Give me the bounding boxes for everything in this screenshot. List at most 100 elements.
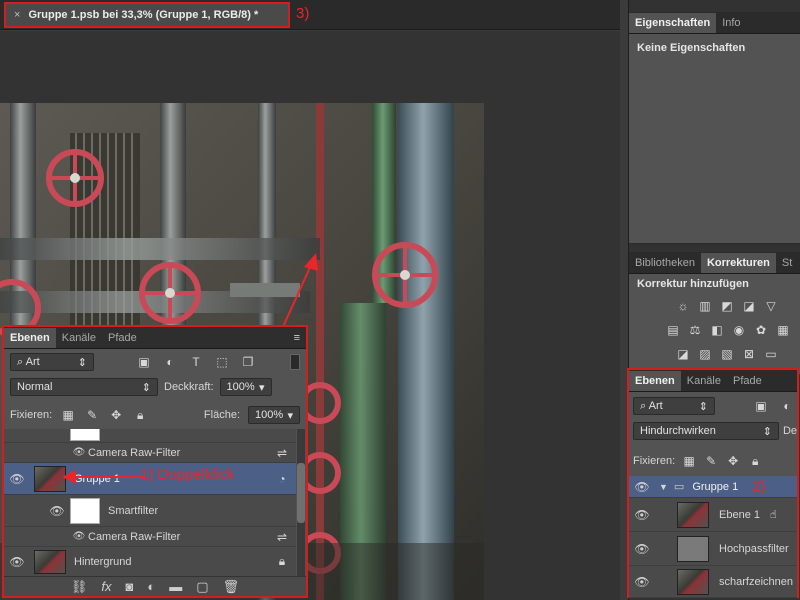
lock-row: Fixieren: ▦ ✎ ✥ 🔒︎ Fläche: 100% ▾ [10, 405, 300, 425]
layer-row-smartfilter[interactable]: 👁︎ Smartfilter [4, 495, 296, 527]
layer-thumbnail[interactable] [677, 535, 709, 562]
adjustment-filter-icon[interactable]: ◐ [779, 398, 795, 414]
eye-icon[interactable]: 👁︎ [48, 504, 66, 518]
black-white-icon[interactable]: ◧ [709, 322, 725, 338]
layer-thumbnail[interactable] [34, 549, 66, 574]
layer-row-gruppe-1[interactable]: 👁︎ ▼ ▭ Gruppe 1 2) [629, 476, 797, 498]
scrollbar-thumb[interactable] [297, 463, 305, 523]
posterize-icon[interactable]: ▨ [697, 346, 713, 362]
smartfilter-mask-thumbnail[interactable] [70, 497, 100, 524]
document-tab-bar: × Gruppe 1.psb bei 33,3% (Gruppe 1, RGB/… [0, 0, 620, 30]
tab-libraries[interactable]: Bibliotheken [629, 253, 701, 273]
tab-paths[interactable]: Pfade [102, 328, 143, 348]
lock-all-icon[interactable]: 🔒︎ [747, 453, 763, 469]
layer-row-scharfzeichnen[interactable]: 👁︎ scharfzeichnen [629, 566, 797, 598]
levels-icon[interactable]: ▥ [697, 298, 713, 314]
lock-transparency-icon[interactable]: ▦ [681, 453, 697, 469]
tab-layers[interactable]: Ebenen [629, 371, 681, 391]
filter-row: ⌕ Art ⇕ ▣ ◐ T ⬚ ❐ [10, 351, 300, 373]
tab-channels[interactable]: Kanäle [681, 371, 727, 391]
tab-layers[interactable]: Ebenen [4, 328, 56, 348]
threshold-icon[interactable]: ▧ [719, 346, 735, 362]
annotation-1: 1) Doppelklick [140, 466, 235, 483]
docked-layer-list: 👁︎ ▼ ▭ Gruppe 1 2) 👁︎ Ebene 1 ☝ 👁︎ Hochp… [629, 476, 797, 598]
docked-blend-row: Hindurchwirken ⇕ De [633, 422, 797, 440]
document-tab[interactable]: × Gruppe 1.psb bei 33,3% (Gruppe 1, RGB/… [4, 2, 290, 28]
filter-kind-select[interactable]: ⌕ Art ⇕ [633, 397, 715, 415]
color-lookup-icon[interactable]: ▦ [775, 322, 791, 338]
pixel-filter-icon[interactable]: ▣ [136, 354, 152, 370]
channel-mixer-icon[interactable]: ✿ [753, 322, 769, 338]
new-layer-icon[interactable]: ▢ [196, 579, 208, 595]
smartobject-filter-icon[interactable]: ❐ [240, 354, 256, 370]
eye-icon[interactable]: 👁︎ [633, 480, 651, 494]
layer-row-hintergrund[interactable]: 👁︎ Hintergrund 🔒︎ [4, 547, 296, 577]
opacity-input[interactable]: 100% ▾ [219, 378, 272, 396]
link-layers-icon[interactable]: ⛓ [71, 579, 88, 595]
tab-paths[interactable]: Pfade [727, 371, 768, 391]
hue-saturation-icon[interactable]: ▤ [665, 322, 681, 338]
eye-icon[interactable]: 👁︎ [8, 472, 26, 486]
blend-mode-select[interactable]: Hindurchwirken ⇕ [633, 422, 779, 440]
docked-lock-row: Fixieren: ▦ ✎ ✥ 🔒︎ [633, 452, 797, 470]
eye-icon[interactable]: 👁︎ [70, 447, 88, 458]
lock-all-icon[interactable]: 🔒︎ [132, 407, 148, 423]
gradient-map-icon[interactable]: ▭ [763, 346, 779, 362]
pixel-filter-icon[interactable]: ▣ [753, 398, 769, 414]
lock-transparency-icon[interactable]: ▦ [60, 407, 76, 423]
shape-filter-icon[interactable]: ⬚ [214, 354, 230, 370]
lock-position-icon[interactable]: ✥ [108, 407, 124, 423]
invert-icon[interactable]: ◪ [675, 346, 691, 362]
delete-layer-icon[interactable]: 🗑︎ [223, 579, 240, 595]
layer-row-camera-raw-bottom[interactable]: 👁︎ Camera Raw-Filter ⇌ [4, 527, 296, 547]
tab-channels[interactable]: Kanäle [56, 328, 102, 348]
color-balance-icon[interactable]: ⚖ [687, 322, 703, 338]
adjustment-filter-icon[interactable]: ◐ [162, 354, 178, 370]
lock-pixels-icon[interactable]: ✎ [703, 453, 719, 469]
layer-thumbnail[interactable] [677, 568, 709, 595]
tab-info[interactable]: Info [716, 13, 746, 33]
exposure-icon[interactable]: ◪ [741, 298, 757, 314]
layer-thumbnail[interactable] [677, 501, 709, 528]
blend-mode-select[interactable]: Normal ⇕ [10, 378, 158, 396]
document-title: Gruppe 1.psb bei 33,3% (Gruppe 1, RGB/8)… [28, 9, 259, 21]
curves-icon[interactable]: ◩ [719, 298, 735, 314]
panel-menu-icon[interactable]: ≡ [288, 328, 306, 348]
layer-row-ebene-1[interactable]: 👁︎ Ebene 1 ☝ [629, 498, 797, 532]
new-adjustment-icon[interactable]: ◐ [147, 579, 155, 594]
vibrance-icon[interactable]: ▽ [763, 298, 779, 314]
selective-color-icon[interactable]: ⊠ [741, 346, 757, 362]
layers-scrollbar[interactable] [297, 429, 305, 577]
fill-input[interactable]: 100% ▾ [248, 406, 300, 424]
filter-kind-select[interactable]: ⌕ Art ⇕ [10, 353, 94, 371]
eye-icon[interactable]: 👁︎ [633, 508, 651, 522]
floating-layers-tabs: Ebenen Kanäle Pfade ≡ [4, 327, 306, 349]
expand-arrow-icon[interactable]: ▼ [659, 482, 668, 492]
eye-icon[interactable]: 👁︎ [70, 531, 88, 542]
hand-cursor-icon: ☝ [769, 509, 777, 521]
dropdown-icon: ▾ [258, 381, 265, 394]
layer-row-camera-raw-top[interactable]: 👁︎ Camera Raw-Filter ⇌ [4, 443, 296, 463]
add-mask-icon[interactable]: ◙ [126, 579, 134, 594]
eye-icon[interactable]: 👁︎ [633, 575, 651, 589]
new-group-icon[interactable]: ▬ [169, 579, 182, 594]
close-tab-icon[interactable]: × [14, 9, 20, 21]
eye-icon[interactable]: 👁︎ [8, 555, 26, 569]
filter-toggle[interactable] [290, 354, 300, 370]
brightness-icon[interactable]: ☼ [675, 298, 691, 314]
photoshop-workspace: × Gruppe 1.psb bei 33,3% (Gruppe 1, RGB/… [0, 0, 800, 600]
tab-adjustments[interactable]: Korrekturen [700, 253, 776, 273]
filter-options-icon[interactable]: ⇌ [274, 529, 290, 545]
tab-properties[interactable]: Eigenschaften [629, 13, 717, 33]
lock-position-icon[interactable]: ✥ [725, 453, 741, 469]
eye-icon[interactable]: 👁︎ [633, 542, 651, 556]
lock-pixels-icon[interactable]: ✎ [84, 407, 100, 423]
tab-styles[interactable]: St [776, 253, 798, 273]
type-filter-icon[interactable]: T [188, 354, 204, 370]
filter-options-icon[interactable]: ⇌ [274, 445, 290, 461]
layer-row-hochpassfilter[interactable]: 👁︎ Hochpassfilter [629, 532, 797, 566]
photo-filter-icon[interactable]: ◉ [731, 322, 747, 338]
layer-row-smartfilter-top[interactable] [4, 429, 296, 443]
filter-kind-value: Art [648, 399, 663, 412]
fx-icon[interactable]: fx [101, 579, 111, 594]
